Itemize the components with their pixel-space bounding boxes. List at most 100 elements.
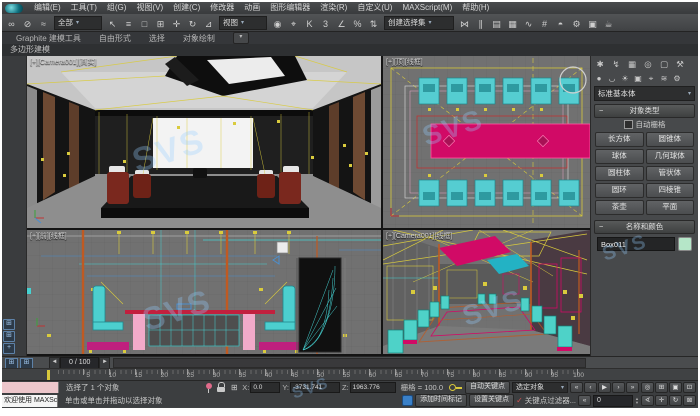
render-setup-icon[interactable]: ⚙ — [569, 16, 584, 30]
material-editor-icon[interactable]: ◓ — [553, 16, 568, 30]
window-crossing-icon[interactable]: ⊞ — [153, 16, 168, 30]
absolute-mode-icon[interactable]: ⊞ — [228, 382, 240, 393]
primitive-category-dropdown[interactable]: 标准基本体▾ — [594, 86, 695, 101]
go-to-start-icon[interactable]: « — [570, 382, 583, 393]
rectangular-selection-region-icon[interactable]: □ — [137, 16, 152, 30]
field-of-view-icon[interactable]: ∢ — [641, 395, 654, 406]
menu-item[interactable]: 修改器 — [205, 2, 239, 14]
keyboard-shortcut-override-icon[interactable]: K — [302, 16, 317, 30]
selection-filter-dropdown[interactable]: 全部▾ — [54, 16, 102, 30]
object-type-button[interactable]: 圆柱体 — [595, 166, 644, 181]
z-field[interactable]: 1963.776 — [350, 382, 396, 393]
select-and-move-icon[interactable]: ✛ — [169, 16, 184, 30]
viewport-label[interactable]: [+][Camera001][线框] — [386, 231, 452, 241]
viewport-camera-wireframe[interactable]: [+][Camera001][线框] — [383, 230, 590, 354]
cameras-category-icon[interactable]: ▣ — [632, 72, 644, 83]
next-frame-icon[interactable]: › — [612, 382, 625, 393]
application-logo-icon[interactable] — [5, 4, 23, 13]
spinner-snap-icon[interactable]: ⇅ — [366, 16, 381, 30]
object-color-swatch[interactable] — [678, 237, 692, 251]
hierarchy-tab-icon[interactable]: ▦ — [625, 59, 639, 70]
shapes-category-icon[interactable]: ◡ — [606, 72, 618, 83]
pan-view-icon[interactable]: ✛ — [655, 395, 668, 406]
go-to-end-icon[interactable]: » — [626, 382, 639, 393]
schematic-view-icon[interactable]: # — [537, 16, 552, 30]
utilities-tab-icon[interactable]: ⚒ — [673, 59, 687, 70]
selection-lock-icon[interactable] — [216, 382, 226, 393]
go-to-frame-icon[interactable]: « — [578, 395, 591, 406]
angle-snap-icon[interactable]: ∠ — [334, 16, 349, 30]
viewport-top-wireframe[interactable]: [+][顶][线框] — [383, 56, 590, 228]
named-selection-sets-field[interactable]: 创建选择集▾ — [384, 16, 454, 30]
mirror-icon[interactable]: ⋈ — [457, 16, 472, 30]
object-type-button[interactable]: 圆锥体 — [646, 132, 695, 147]
menu-item[interactable]: 动画 — [239, 2, 265, 14]
zoom-all-icon[interactable]: ⊞ — [655, 382, 668, 393]
menu-item[interactable]: 工具(T) — [66, 2, 102, 14]
motion-tab-icon[interactable]: ◎ — [641, 59, 655, 70]
menu-item[interactable]: 自定义(U) — [352, 2, 397, 14]
curve-editor-icon[interactable]: ∿ — [521, 16, 536, 30]
key-filters-button[interactable]: 关键点过滤器... — [525, 395, 576, 406]
reference-coordinate-dropdown[interactable]: 视图▾ — [219, 16, 267, 30]
key-filter-dropdown[interactable]: 选定对象▾ — [512, 382, 568, 393]
menu-item[interactable]: 创建(C) — [168, 2, 205, 14]
viewport-layout-tab-icon[interactable]: ⊞ — [3, 319, 15, 330]
object-type-button[interactable]: 几何球体 — [646, 149, 695, 164]
object-type-button[interactable]: 圆环 — [595, 183, 644, 198]
zoom-extents-icon[interactable]: ▣ — [669, 382, 682, 393]
mini-listener-icon[interactable]: ⊞ — [20, 358, 33, 369]
geometry-category-icon[interactable]: ● — [593, 72, 605, 83]
layer-manager-icon[interactable]: ▤ — [489, 16, 504, 30]
time-slider-track[interactable] — [113, 358, 586, 368]
lights-category-icon[interactable]: ☀ — [619, 72, 631, 83]
ribbon-tab[interactable]: Graphite 建模工具 — [8, 33, 89, 44]
object-type-button[interactable]: 四棱锥 — [646, 183, 695, 198]
snap-toggle-3d-icon[interactable]: 3 — [318, 16, 333, 30]
select-and-manipulate-icon[interactable]: ⌖ — [286, 16, 301, 30]
add-time-tag-button[interactable]: 添加时间标记 — [415, 394, 467, 407]
previous-frame-icon[interactable]: ‹ — [584, 382, 597, 393]
play-animation-icon[interactable]: ▶ — [598, 382, 611, 393]
viewport-layout-add-icon[interactable]: + — [3, 343, 15, 354]
viewport-front-wireframe[interactable]: [+][前][线框] — [27, 230, 381, 354]
select-and-scale-icon[interactable]: ⊿ — [201, 16, 216, 30]
viewport-label[interactable]: [+][前][线框] — [30, 231, 67, 241]
space-warps-category-icon[interactable]: ≋ — [658, 72, 670, 83]
object-type-button[interactable]: 平面 — [646, 200, 695, 215]
viewport-layout-tab-icon[interactable]: ⊞ — [3, 331, 15, 342]
select-and-link-icon[interactable]: ∞ — [4, 16, 19, 30]
object-type-button[interactable]: 长方体 — [595, 132, 644, 147]
menu-item[interactable]: MAXScript(M) — [397, 2, 457, 14]
select-by-name-icon[interactable]: ≡ — [121, 16, 136, 30]
select-and-rotate-icon[interactable]: ↻ — [185, 16, 200, 30]
x-field[interactable]: 0.0 — [250, 382, 280, 393]
ribbon-toggle-icon[interactable]: ▦ — [505, 16, 520, 30]
object-type-button[interactable]: 管状体 — [646, 166, 695, 181]
current-frame-field[interactable]: 0 — [593, 395, 633, 407]
rendered-frame-window-icon[interactable]: ▣ — [585, 16, 600, 30]
zoom-extents-all-icon[interactable]: ⊡ — [683, 382, 696, 393]
helpers-category-icon[interactable]: ⌖ — [645, 72, 657, 83]
use-pivot-point-center-icon[interactable]: ◉ — [270, 16, 285, 30]
ribbon-tab[interactable]: 选择 — [141, 33, 173, 44]
current-frame-marker[interactable] — [47, 370, 50, 380]
menu-item[interactable]: 视图(V) — [131, 2, 168, 14]
object-type-rollout-header[interactable]: −对象类型 — [594, 104, 695, 118]
render-production-icon[interactable]: ☕ — [601, 16, 616, 30]
ribbon-tab[interactable]: 对象绘制 — [175, 33, 223, 44]
mini-curve-editor-icon[interactable]: ⊞ — [5, 358, 18, 369]
autogrid-checkbox[interactable] — [624, 120, 633, 129]
create-tab-icon[interactable]: ✱ — [593, 59, 607, 70]
align-icon[interactable]: ∥ — [473, 16, 488, 30]
bind-to-space-warp-icon[interactable]: ≈ — [36, 16, 51, 30]
zoom-icon[interactable]: ◎ — [641, 382, 654, 393]
set-key-button[interactable]: 设置关键点 — [469, 394, 514, 407]
menu-item[interactable]: 图形编辑器 — [265, 2, 315, 14]
maximize-viewport-toggle-icon[interactable]: ⊠ — [683, 395, 696, 406]
percent-snap-icon[interactable]: % — [350, 16, 365, 30]
name-color-rollout-header[interactable]: −名称和颜色 — [594, 220, 695, 234]
object-type-button[interactable]: 茶壶 — [595, 200, 644, 215]
menu-item[interactable]: 帮助(H) — [457, 2, 494, 14]
auto-key-button[interactable]: 自动关键点 — [465, 381, 510, 394]
